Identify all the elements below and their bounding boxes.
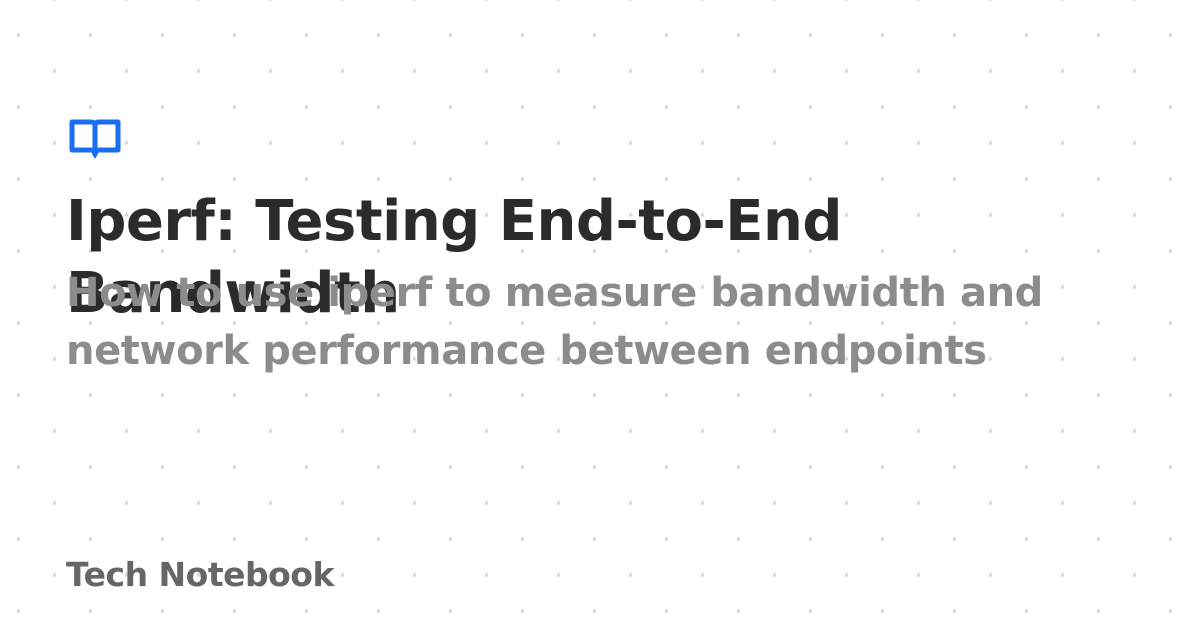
open-book-icon xyxy=(69,119,121,159)
article-subtitle: How to use iperf to measure bandwidth an… xyxy=(66,270,1043,374)
site-name: Tech Notebook xyxy=(66,555,334,594)
